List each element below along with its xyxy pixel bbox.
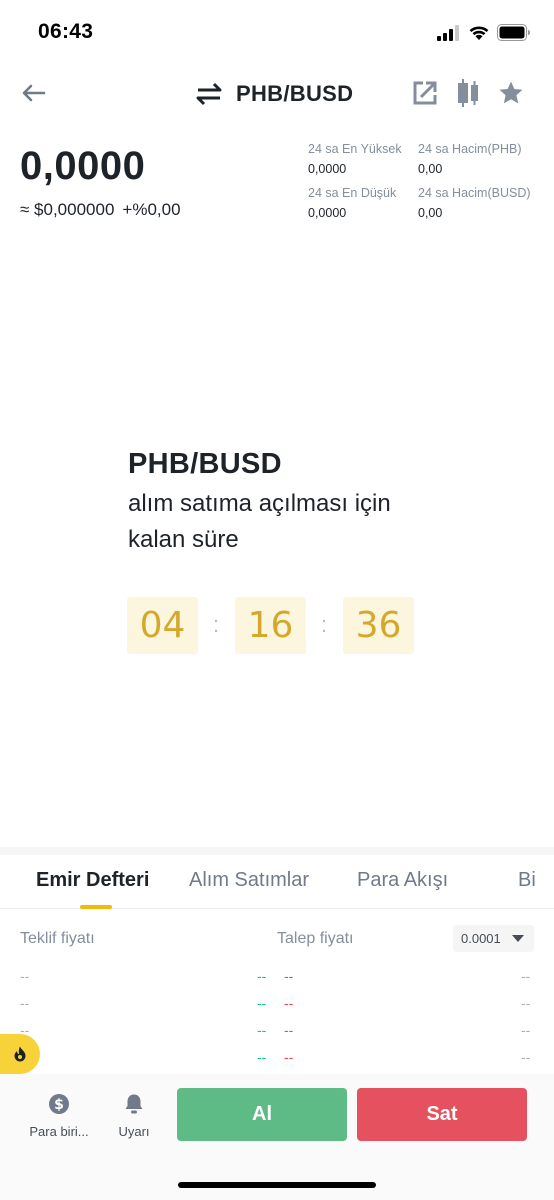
favorite-star-icon[interactable] (496, 78, 526, 108)
stat-volume-base-label: 24 sa Hacim(PHB) (418, 142, 522, 156)
bid-amount: -- (20, 968, 30, 984)
ask-price-header: Talep fiyatı (277, 930, 354, 947)
stat-high-label: 24 sa En Yüksek (308, 142, 402, 156)
countdown-text-line2: kalan süre (128, 526, 239, 553)
bid-price-header: Teklif fiyatı (20, 930, 95, 947)
stat-volume-quote-value: 0,00 (418, 206, 443, 220)
countdown-pair: PHB/BUSD (128, 448, 282, 480)
caret-down-icon (512, 935, 524, 942)
stat-volume-base-value: 0,00 (418, 162, 443, 176)
ask-price: -- (284, 968, 294, 984)
ask-amount: -- (521, 995, 531, 1011)
currency-button[interactable]: $ Para biri... (19, 1092, 99, 1139)
last-price: 0,0000 (20, 144, 146, 188)
tab-order-book[interactable]: Emir Defteri (36, 869, 149, 892)
tab-trades[interactable]: Alım Satımlar (189, 869, 309, 892)
bottom-action-bar: $ Para biri... Uyarı Al Sat (0, 1074, 554, 1200)
bid-price: -- (257, 1022, 267, 1038)
countdown-hours: 04 (127, 597, 198, 654)
ask-amount: -- (521, 968, 531, 984)
swap-arrows-icon (194, 79, 224, 109)
currency-label: Para biri... (29, 1124, 89, 1139)
buy-button[interactable]: Al (177, 1088, 347, 1141)
countdown-text-line1: alım satıma açılması için (128, 490, 391, 517)
orderbook-row: -- -- -- -- (0, 968, 554, 994)
chart-mode-icon[interactable] (453, 78, 483, 108)
alert-label: Uyarı (118, 1124, 150, 1139)
ask-amount: -- (521, 1049, 531, 1065)
stat-low-value: 0,0000 (308, 206, 347, 220)
orderbook-row: -- -- -- (0, 1049, 554, 1075)
precision-dropdown[interactable]: 0.0001 (453, 925, 534, 952)
back-arrow-icon[interactable] (16, 78, 50, 108)
orderbook-row: -- -- -- -- (0, 995, 554, 1021)
countdown-separator: : (213, 612, 220, 637)
orderbook-row: -- -- -- -- (0, 1022, 554, 1048)
countdown-minutes: 16 (235, 597, 306, 654)
pair-selector[interactable]: PHB/BUSD (194, 78, 353, 110)
ask-price: -- (284, 995, 294, 1011)
ask-amount: -- (521, 1022, 531, 1038)
status-bar: 06:43 (0, 0, 554, 64)
bid-price: -- (257, 1049, 267, 1065)
panel-tabs: Emir Defteri Alım Satımlar Para Akışı Bi (0, 855, 554, 909)
bid-price: -- (257, 968, 267, 984)
price-change: +%0,00 (122, 200, 181, 219)
stat-high-value: 0,0000 (308, 162, 347, 176)
battery-icon (497, 24, 531, 41)
section-divider (0, 847, 554, 855)
alert-button[interactable]: Uyarı (94, 1092, 174, 1139)
sell-button[interactable]: Sat (357, 1088, 527, 1141)
bid-amount: -- (20, 995, 30, 1011)
bid-price: -- (257, 995, 267, 1011)
countdown-seconds: 36 (343, 597, 414, 654)
status-time: 06:43 (38, 20, 94, 43)
fire-icon[interactable] (0, 1034, 40, 1074)
stat-volume-quote-label: 24 sa Hacim(BUSD) (418, 186, 531, 200)
active-tab-indicator (80, 905, 112, 909)
ask-price: -- (284, 1049, 294, 1065)
wifi-icon (468, 23, 490, 41)
bell-icon (122, 1092, 146, 1116)
share-icon[interactable] (410, 78, 440, 108)
cellular-signal-icon (437, 25, 461, 41)
fiat-price: ≈ $0,000000 (20, 200, 115, 219)
home-indicator (178, 1182, 376, 1188)
tab-info[interactable]: Bi (518, 869, 536, 892)
ask-price: -- (284, 1022, 294, 1038)
svg-text:$: $ (54, 1097, 64, 1113)
top-header: PHB/BUSD (0, 68, 554, 124)
pair-title: PHB/BUSD (236, 81, 354, 106)
stat-low-label: 24 sa En Düşük (308, 186, 397, 200)
price-subline: ≈ $0,000000 +%0,00 (20, 200, 181, 220)
countdown-separator: : (321, 612, 328, 637)
tab-money-flow[interactable]: Para Akışı (357, 869, 448, 892)
dollar-coin-icon: $ (47, 1092, 71, 1116)
precision-value: 0.0001 (461, 931, 501, 946)
